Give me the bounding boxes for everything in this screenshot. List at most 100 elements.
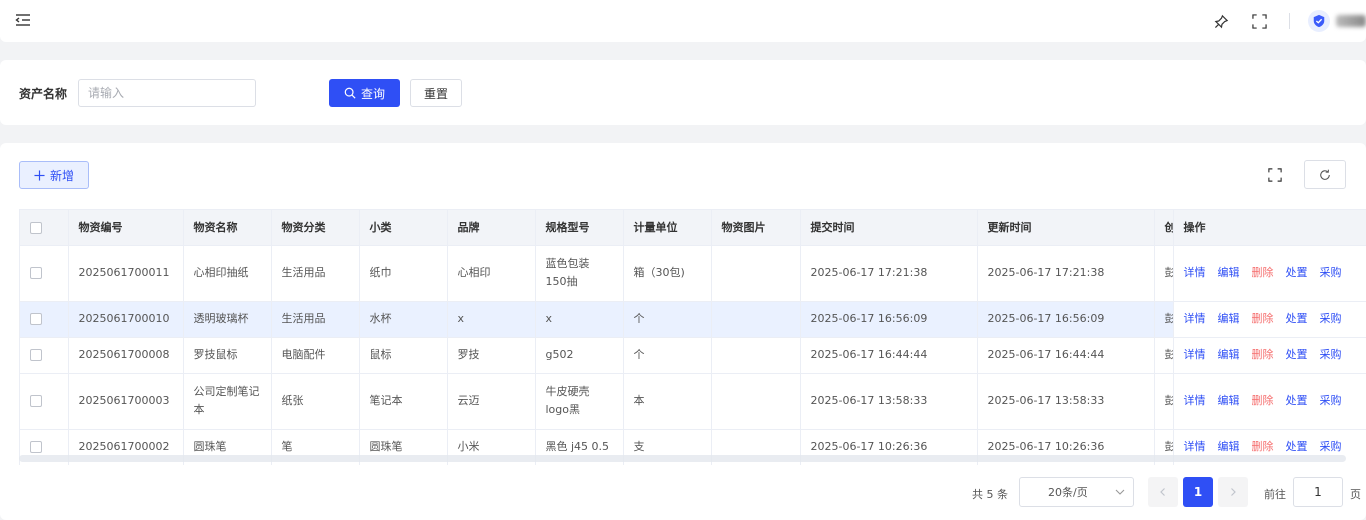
pin-icon[interactable] — [1213, 13, 1229, 29]
cell-spec: g502 — [535, 337, 624, 374]
plus-icon — [34, 169, 45, 181]
edit-link[interactable]: 编辑 — [1218, 266, 1240, 279]
header-subcategory: 小类 — [359, 210, 448, 246]
header-unit: 计量单位 — [623, 210, 712, 246]
cell-actions: 详情 编辑 删除 处置 采购 — [1173, 245, 1366, 302]
search-icon — [344, 87, 356, 99]
cell-submit-time: 2025-06-17 13:58:33 — [800, 373, 978, 430]
edit-link[interactable]: 编辑 — [1218, 312, 1240, 325]
delete-link[interactable]: 删除 — [1252, 440, 1274, 453]
header-actions: 操作 — [1173, 210, 1366, 246]
detail-link[interactable]: 详情 — [1184, 348, 1206, 361]
row-checkbox[interactable] — [30, 313, 42, 325]
detail-link[interactable]: 详情 — [1184, 312, 1206, 325]
cell-actions: 详情 编辑 删除 处置 采购 — [1173, 337, 1366, 374]
chevron-right-icon — [1231, 488, 1236, 496]
cell-brand: 罗技 — [447, 337, 536, 374]
pagination-total: 共 5 条 — [972, 488, 1008, 501]
detail-link[interactable]: 详情 — [1184, 440, 1206, 453]
cell-code: 2025061700011 — [68, 245, 184, 302]
detail-link[interactable]: 详情 — [1184, 394, 1206, 407]
horizontal-scrollbar[interactable] — [19, 455, 1346, 462]
dispose-link[interactable]: 处置 — [1286, 266, 1308, 279]
page-suffix-label: 页 — [1350, 488, 1361, 501]
purchase-link[interactable]: 采购 — [1320, 312, 1342, 325]
asset-name-input[interactable] — [78, 79, 256, 107]
edit-link[interactable]: 编辑 — [1218, 394, 1240, 407]
page-number-current[interactable]: 1 — [1183, 477, 1213, 507]
page-size-select[interactable]: 20条/页 — [1019, 477, 1134, 507]
cell-subcategory: 纸巾 — [359, 245, 448, 302]
prev-page-button[interactable] — [1148, 477, 1178, 507]
cell-image — [711, 301, 801, 338]
purchase-link[interactable]: 采购 — [1320, 348, 1342, 361]
header-spec: 规格型号 — [535, 210, 624, 246]
row-checkbox[interactable] — [30, 441, 42, 453]
dispose-link[interactable]: 处置 — [1286, 440, 1308, 453]
add-button-label: 新增 — [49, 168, 74, 183]
cell-name: 公司定制笔记本 — [183, 373, 272, 430]
row-checkbox[interactable] — [30, 395, 42, 407]
goto-page-input[interactable] — [1293, 477, 1343, 507]
user-name-blurred[interactable] — [1336, 15, 1366, 27]
row-select-cell[interactable] — [20, 337, 69, 374]
refresh-button[interactable] — [1304, 160, 1346, 189]
cell-unit: 箱（30包) — [623, 245, 712, 302]
cell-spec: 牛皮硬壳logo黑 — [535, 373, 624, 430]
cell-subcategory: 鼠标 — [359, 337, 448, 374]
delete-link[interactable]: 删除 — [1252, 348, 1274, 361]
purchase-link[interactable]: 采购 — [1320, 266, 1342, 279]
table-row[interactable]: 2025061700008 罗技鼠标 电脑配件 鼠标 罗技 g502 个 2025-06-17… — [20, 337, 1366, 374]
cell-update-time: 2025-06-17 16:44:44 — [977, 337, 1155, 374]
cell-image — [711, 245, 801, 302]
fullscreen-icon[interactable] — [1251, 13, 1267, 29]
delete-link[interactable]: 删除 — [1252, 394, 1274, 407]
delete-link[interactable]: 删除 — [1252, 312, 1274, 325]
row-checkbox[interactable] — [30, 267, 42, 279]
cell-actions: 详情 编辑 删除 处置 采购 — [1173, 373, 1366, 430]
chevron-down-icon — [1115, 489, 1125, 495]
header-select-all[interactable] — [20, 210, 69, 246]
row-checkbox[interactable] — [30, 349, 42, 361]
edit-link[interactable]: 编辑 — [1218, 440, 1240, 453]
next-page-button[interactable] — [1218, 477, 1248, 507]
cell-image — [711, 337, 801, 374]
query-button[interactable]: 查询 — [329, 79, 400, 107]
goto-label: 前往 — [1264, 488, 1286, 501]
table-row[interactable]: 2025061700003 公司定制笔记本 纸张 笔记本 云迈 牛皮硬壳logo黑本 202… — [20, 373, 1366, 430]
row-select-cell[interactable] — [20, 245, 69, 302]
reset-button[interactable]: 重置 — [410, 79, 462, 107]
select-all-checkbox[interactable] — [30, 221, 42, 234]
row-select-cell[interactable] — [20, 373, 69, 430]
top-bar — [0, 0, 1366, 42]
dispose-link[interactable]: 处置 — [1286, 348, 1308, 361]
header-image: 物资图片 — [711, 210, 801, 246]
query-button-label: 查询 — [360, 86, 385, 101]
purchase-link[interactable]: 采购 — [1320, 394, 1342, 407]
cell-subcategory: 笔记本 — [359, 373, 448, 430]
header-name: 物资名称 — [183, 210, 272, 246]
cell-unit: 个 — [623, 337, 712, 374]
cell-subcategory: 水杯 — [359, 301, 448, 338]
row-select-cell[interactable] — [20, 301, 69, 338]
cell-creator: 彭 — [1154, 301, 1174, 338]
detail-link[interactable]: 详情 — [1184, 266, 1206, 279]
cell-code: 2025061700008 — [68, 337, 184, 374]
cell-creator: 彭 — [1154, 337, 1174, 374]
cell-submit-time: 2025-06-17 16:56:09 — [800, 301, 978, 338]
table-row[interactable]: 2025061700010 透明玻璃杯 生活用品 水杯 x x 个 2025-06-17 16… — [20, 301, 1366, 338]
avatar[interactable] — [1308, 10, 1330, 32]
table-row[interactable]: 2025061700011 心相印抽纸 生活用品 纸巾 心相印 蓝色包装 150抽 箱（30… — [20, 245, 1366, 302]
menu-fold-icon[interactable] — [14, 12, 32, 28]
dispose-link[interactable]: 处置 — [1286, 394, 1308, 407]
edit-link[interactable]: 编辑 — [1218, 348, 1240, 361]
table-fullscreen-icon[interactable] — [1268, 168, 1284, 184]
delete-link[interactable]: 删除 — [1252, 266, 1274, 279]
cell-name: 罗技鼠标 — [183, 337, 272, 374]
add-button[interactable]: 新增 — [19, 161, 89, 189]
purchase-link[interactable]: 采购 — [1320, 440, 1342, 453]
dispose-link[interactable]: 处置 — [1286, 312, 1308, 325]
cell-creator: 彭 — [1154, 245, 1174, 302]
asset-name-label: 资产名称 — [19, 87, 68, 101]
cell-brand: 心相印 — [447, 245, 536, 302]
